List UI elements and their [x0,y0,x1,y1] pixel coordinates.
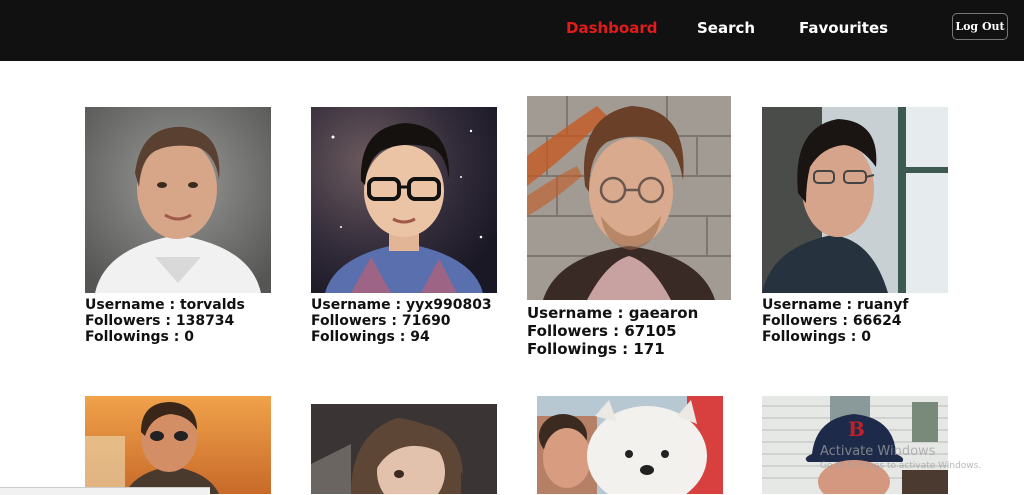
user-avatar[interactable] [85,396,271,494]
username-label: Username : gaearon [527,304,699,322]
user-avatar[interactable] [537,396,723,494]
user-avatar[interactable] [762,107,948,293]
followers-label: Followers : 67105 [527,322,677,340]
username-label: Username : yyx990803 [311,297,492,313]
followers-label: Followers : 138734 [85,313,235,329]
followings-label: Followings : 94 [311,329,430,345]
logout-button[interactable]: Log Out [952,13,1008,40]
followers-label: Followers : 66624 [762,313,902,329]
nav-search-link[interactable]: Search [697,19,755,37]
user-info: Username : yyx990803 Followers : 71690 F… [311,297,492,345]
user-info: Username : ruanyf Followers : 66624 Foll… [762,297,908,345]
user-avatar[interactable] [527,96,731,300]
watermark-subtitle: Go to Settings to activate Windows. [820,461,982,471]
svg-text:B: B [848,417,865,441]
followings-label: Followings : 0 [85,329,194,345]
user-avatar[interactable] [311,107,497,293]
windows-activation-watermark: Activate Windows Go to Settings to activ… [820,444,981,471]
user-avatar[interactable] [311,404,497,494]
user-avatar[interactable] [85,107,271,293]
followings-label: Followings : 171 [527,340,665,358]
user-info: Username : gaearon Followers : 67105 Fol… [527,304,698,358]
followers-label: Followers : 71690 [311,313,451,329]
top-navbar: Dashboard Search Favourites Log Out [0,0,1024,61]
user-info: Username : torvalds Followers : 138734 F… [85,297,245,345]
followings-label: Followings : 0 [762,329,871,345]
nav-favourites-link[interactable]: Favourites [799,19,888,37]
watermark-title: Activate Windows [820,444,936,459]
nav-dashboard-link[interactable]: Dashboard [566,19,657,37]
username-label: Username : ruanyf [762,297,909,313]
username-label: Username : torvalds [85,297,245,313]
